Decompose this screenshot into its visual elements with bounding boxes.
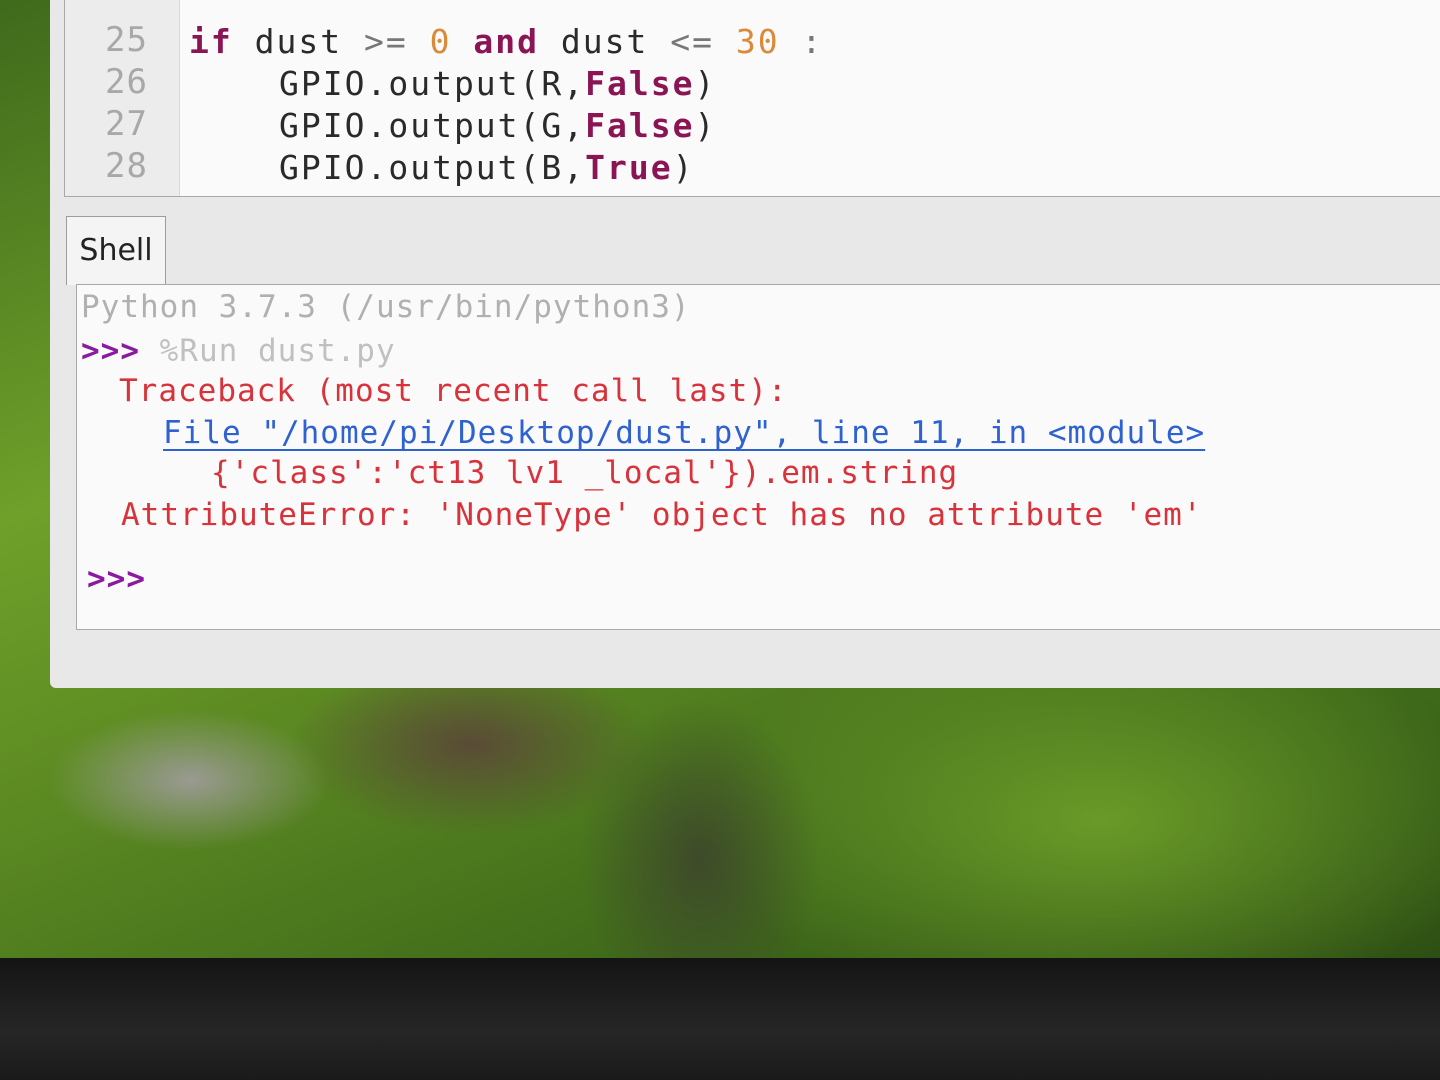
python-version-banner: Python 3.7.3 (/usr/bin/python3): [81, 289, 691, 325]
shell-command-line: >>> %Run dust.py: [81, 333, 396, 369]
line-number: 27: [105, 104, 148, 144]
function-call: GPIO.output(B,: [279, 148, 586, 187]
keyword: if: [189, 22, 233, 61]
run-command: %Run dust.py: [159, 333, 396, 369]
identifier: dust: [560, 22, 649, 61]
code-line-28: GPIO.output(B,True): [279, 148, 695, 187]
operator: <=: [670, 22, 714, 61]
line-number-gutter: 25 26 27 28: [65, 0, 180, 196]
code-line-26: GPIO.output(R,False): [279, 64, 716, 103]
function-call: GPIO.output(R,: [279, 64, 586, 103]
close-paren: ): [672, 148, 695, 187]
line-number: 25: [105, 20, 148, 60]
monitor-bezel: [0, 958, 1440, 1080]
code-line-27: GPIO.output(G,False): [279, 106, 716, 145]
keyword: False: [585, 106, 695, 145]
identifier: dust: [254, 22, 343, 61]
number-literal: 30: [735, 22, 780, 61]
close-paren: ): [694, 106, 717, 145]
shell-panel[interactable]: Python 3.7.3 (/usr/bin/python3) >>> %Run…: [76, 284, 1440, 630]
line-number: 28: [105, 146, 148, 186]
shell-prompt-final[interactable]: >>>: [87, 561, 146, 597]
line-number: 26: [105, 62, 148, 102]
operator: >=: [363, 22, 408, 61]
code-editor[interactable]: 25 26 27 28 if dust >= 0 and dust <= 30 …: [64, 0, 1440, 197]
traceback-source-line: {'class':'ct13 lv1 _local'}).em.string: [211, 455, 959, 491]
shell-prompt: >>>: [81, 333, 140, 369]
keyword: and: [473, 22, 539, 61]
traceback-header: Traceback (most recent call last):: [119, 373, 788, 409]
colon: :: [801, 22, 824, 61]
keyword: True: [585, 148, 673, 187]
function-call: GPIO.output(G,: [279, 106, 586, 145]
error-message: AttributeError: 'NoneType' object has no…: [121, 497, 1203, 533]
tab-shell[interactable]: Shell: [66, 216, 166, 285]
close-paren: ): [694, 64, 717, 103]
code-line-25: if dust >= 0 and dust <= 30 :: [189, 22, 823, 61]
ide-window: 25 26 27 28 if dust >= 0 and dust <= 30 …: [50, 0, 1440, 688]
traceback-file-link[interactable]: File "/home/pi/Desktop/dust.py", line 11…: [163, 415, 1205, 451]
number-literal: 0: [429, 22, 452, 61]
keyword: False: [585, 64, 695, 103]
